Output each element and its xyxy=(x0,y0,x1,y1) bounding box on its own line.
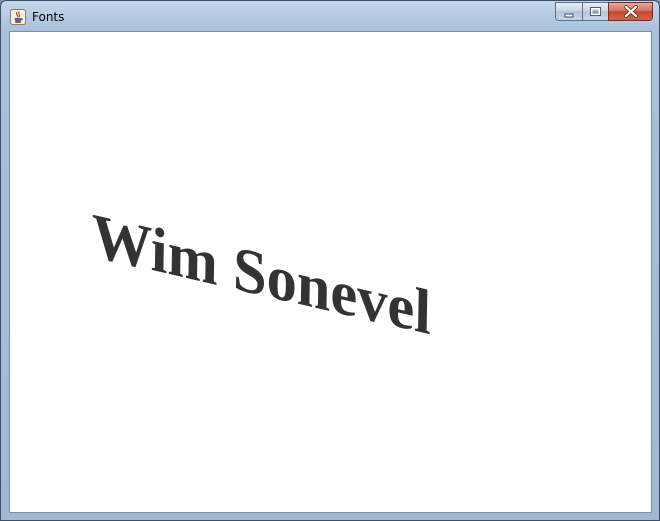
app-window: Fonts Wim Sonevel xyxy=(0,0,660,521)
rendered-text: Wim Sonevel xyxy=(91,199,432,348)
java-cup-icon[interactable] xyxy=(10,9,26,25)
close-button[interactable] xyxy=(608,2,653,21)
window-controls xyxy=(555,2,653,22)
title-bar[interactable]: Fonts xyxy=(1,1,659,31)
drawing-canvas: Wim Sonevel xyxy=(9,31,652,513)
canvas-svg: Wim Sonevel xyxy=(91,199,432,348)
minimize-icon xyxy=(564,13,574,18)
maximize-button[interactable] xyxy=(582,2,608,21)
minimize-button[interactable] xyxy=(555,2,582,21)
close-icon xyxy=(624,5,638,18)
window-title: Fonts xyxy=(32,10,65,24)
maximize-icon xyxy=(590,7,601,16)
